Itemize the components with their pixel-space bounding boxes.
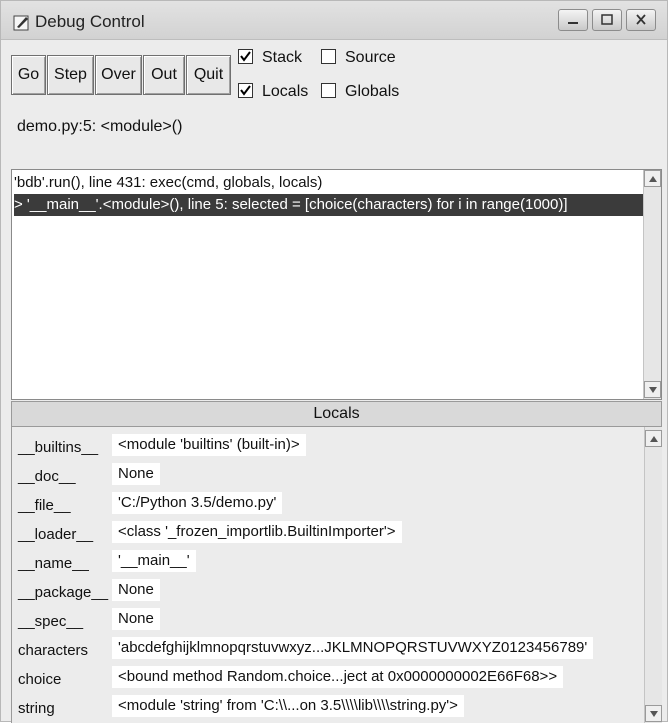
local-name: string (18, 700, 55, 717)
local-name: __file__ (18, 497, 71, 514)
local-row: string <module 'string' from 'C:\\...on … (12, 693, 642, 722)
local-value[interactable]: 'C:/Python 3.5/demo.py' (112, 492, 283, 514)
globals-checkbox[interactable]: Globals (321, 81, 399, 103)
stack-scrollbar[interactable] (643, 170, 661, 399)
scroll-up-button[interactable] (644, 170, 661, 187)
scroll-down-button[interactable] (645, 705, 662, 722)
local-value[interactable]: <module 'string' from 'C:\\...on 3.5\\\\… (112, 695, 464, 717)
debug-control-window: Debug Control Go Step Over Out Quit Stac… (0, 0, 668, 723)
minimize-button[interactable] (558, 9, 588, 31)
feather-icon (13, 14, 31, 32)
local-name: characters (18, 642, 89, 659)
stack-frame-row-selected[interactable]: > '__main__'.<module>(), line 5: selecte… (14, 194, 643, 216)
scroll-down-arrow-icon (650, 711, 658, 717)
step-button[interactable]: Step (47, 55, 94, 95)
local-value[interactable]: <class '_frozen_importlib.BuiltinImporte… (112, 521, 402, 543)
local-row: __spec__ None (12, 606, 642, 635)
local-name: __package__ (18, 584, 109, 601)
stack-frame-row[interactable]: 'bdb'.run(), line 431: exec(cmd, globals… (14, 172, 639, 194)
locals-checkbox[interactable]: Locals (238, 81, 308, 103)
local-row: characters 'abcdefghijklmnopqrstuvwxyz..… (12, 635, 642, 664)
local-name: __doc__ (18, 468, 76, 485)
local-row: __package__ None (12, 577, 642, 606)
locals-scrollbar[interactable] (644, 427, 662, 723)
stack-checkbox[interactable]: Stack (238, 47, 302, 69)
window-title: Debug Control (35, 12, 145, 31)
globals-checkbox-box[interactable] (321, 83, 336, 98)
stack-checkbox-label: Stack (262, 49, 303, 66)
go-button[interactable]: Go (11, 55, 46, 95)
locals-checkbox-box[interactable] (238, 83, 253, 98)
close-button[interactable] (626, 9, 656, 31)
source-checkbox-box[interactable] (321, 49, 336, 64)
maximize-icon (601, 14, 613, 25)
local-row: __doc__ None (12, 461, 642, 490)
local-value[interactable]: <bound method Random.choice...ject at 0x… (112, 666, 564, 688)
local-row: __file__ 'C:/Python 3.5/demo.py' (12, 490, 642, 519)
stack-checkbox-box[interactable] (238, 49, 253, 64)
out-button[interactable]: Out (143, 55, 185, 95)
scroll-up-arrow-icon (650, 436, 658, 442)
scroll-down-arrow-icon (649, 387, 657, 393)
source-checkbox[interactable]: Source (321, 47, 396, 69)
local-value[interactable]: '__main__' (112, 550, 196, 572)
local-row: __name__ '__main__' (12, 548, 642, 577)
over-button[interactable]: Over (95, 55, 142, 95)
source-checkbox-label: Source (345, 49, 396, 66)
checkmark-icon (240, 51, 251, 62)
scroll-up-button[interactable] (645, 430, 662, 447)
local-row: __loader__ <class '_frozen_importlib.Bui… (12, 519, 642, 548)
local-name: __name__ (18, 555, 89, 572)
local-name: __spec__ (18, 613, 84, 630)
local-value[interactable]: None (112, 463, 160, 485)
scroll-up-arrow-icon (649, 176, 657, 182)
maximize-button[interactable] (592, 9, 622, 31)
checkmark-icon (240, 85, 251, 96)
local-value[interactable]: None (112, 608, 160, 630)
local-name: choice (18, 671, 62, 688)
globals-checkbox-label: Globals (345, 83, 400, 100)
locals-checkbox-label: Locals (262, 83, 309, 100)
local-value[interactable]: <module 'builtins' (built-in)> (112, 434, 306, 456)
title-bar[interactable]: Debug Control (1, 1, 667, 40)
local-row: choice <bound method Random.choice...jec… (12, 664, 642, 693)
minimize-icon (568, 22, 578, 24)
local-name: __loader__ (18, 526, 94, 543)
locals-header: Locals (11, 401, 662, 427)
stack-list[interactable]: 'bdb'.run(), line 431: exec(cmd, globals… (11, 169, 662, 400)
quit-button[interactable]: Quit (186, 55, 231, 95)
scroll-down-button[interactable] (644, 381, 661, 398)
close-icon (636, 14, 646, 25)
local-value[interactable]: None (112, 579, 160, 601)
local-row: __builtins__ <module 'builtins' (built-i… (12, 432, 642, 461)
local-name: __builtins__ (18, 439, 99, 456)
status-location: demo.py:5: <module>() (17, 118, 183, 135)
locals-list[interactable]: __builtins__ <module 'builtins' (built-i… (11, 427, 662, 723)
local-value[interactable]: 'abcdefghijklmnopqrstuvwxyz...JKLMNOPQRS… (112, 637, 594, 659)
